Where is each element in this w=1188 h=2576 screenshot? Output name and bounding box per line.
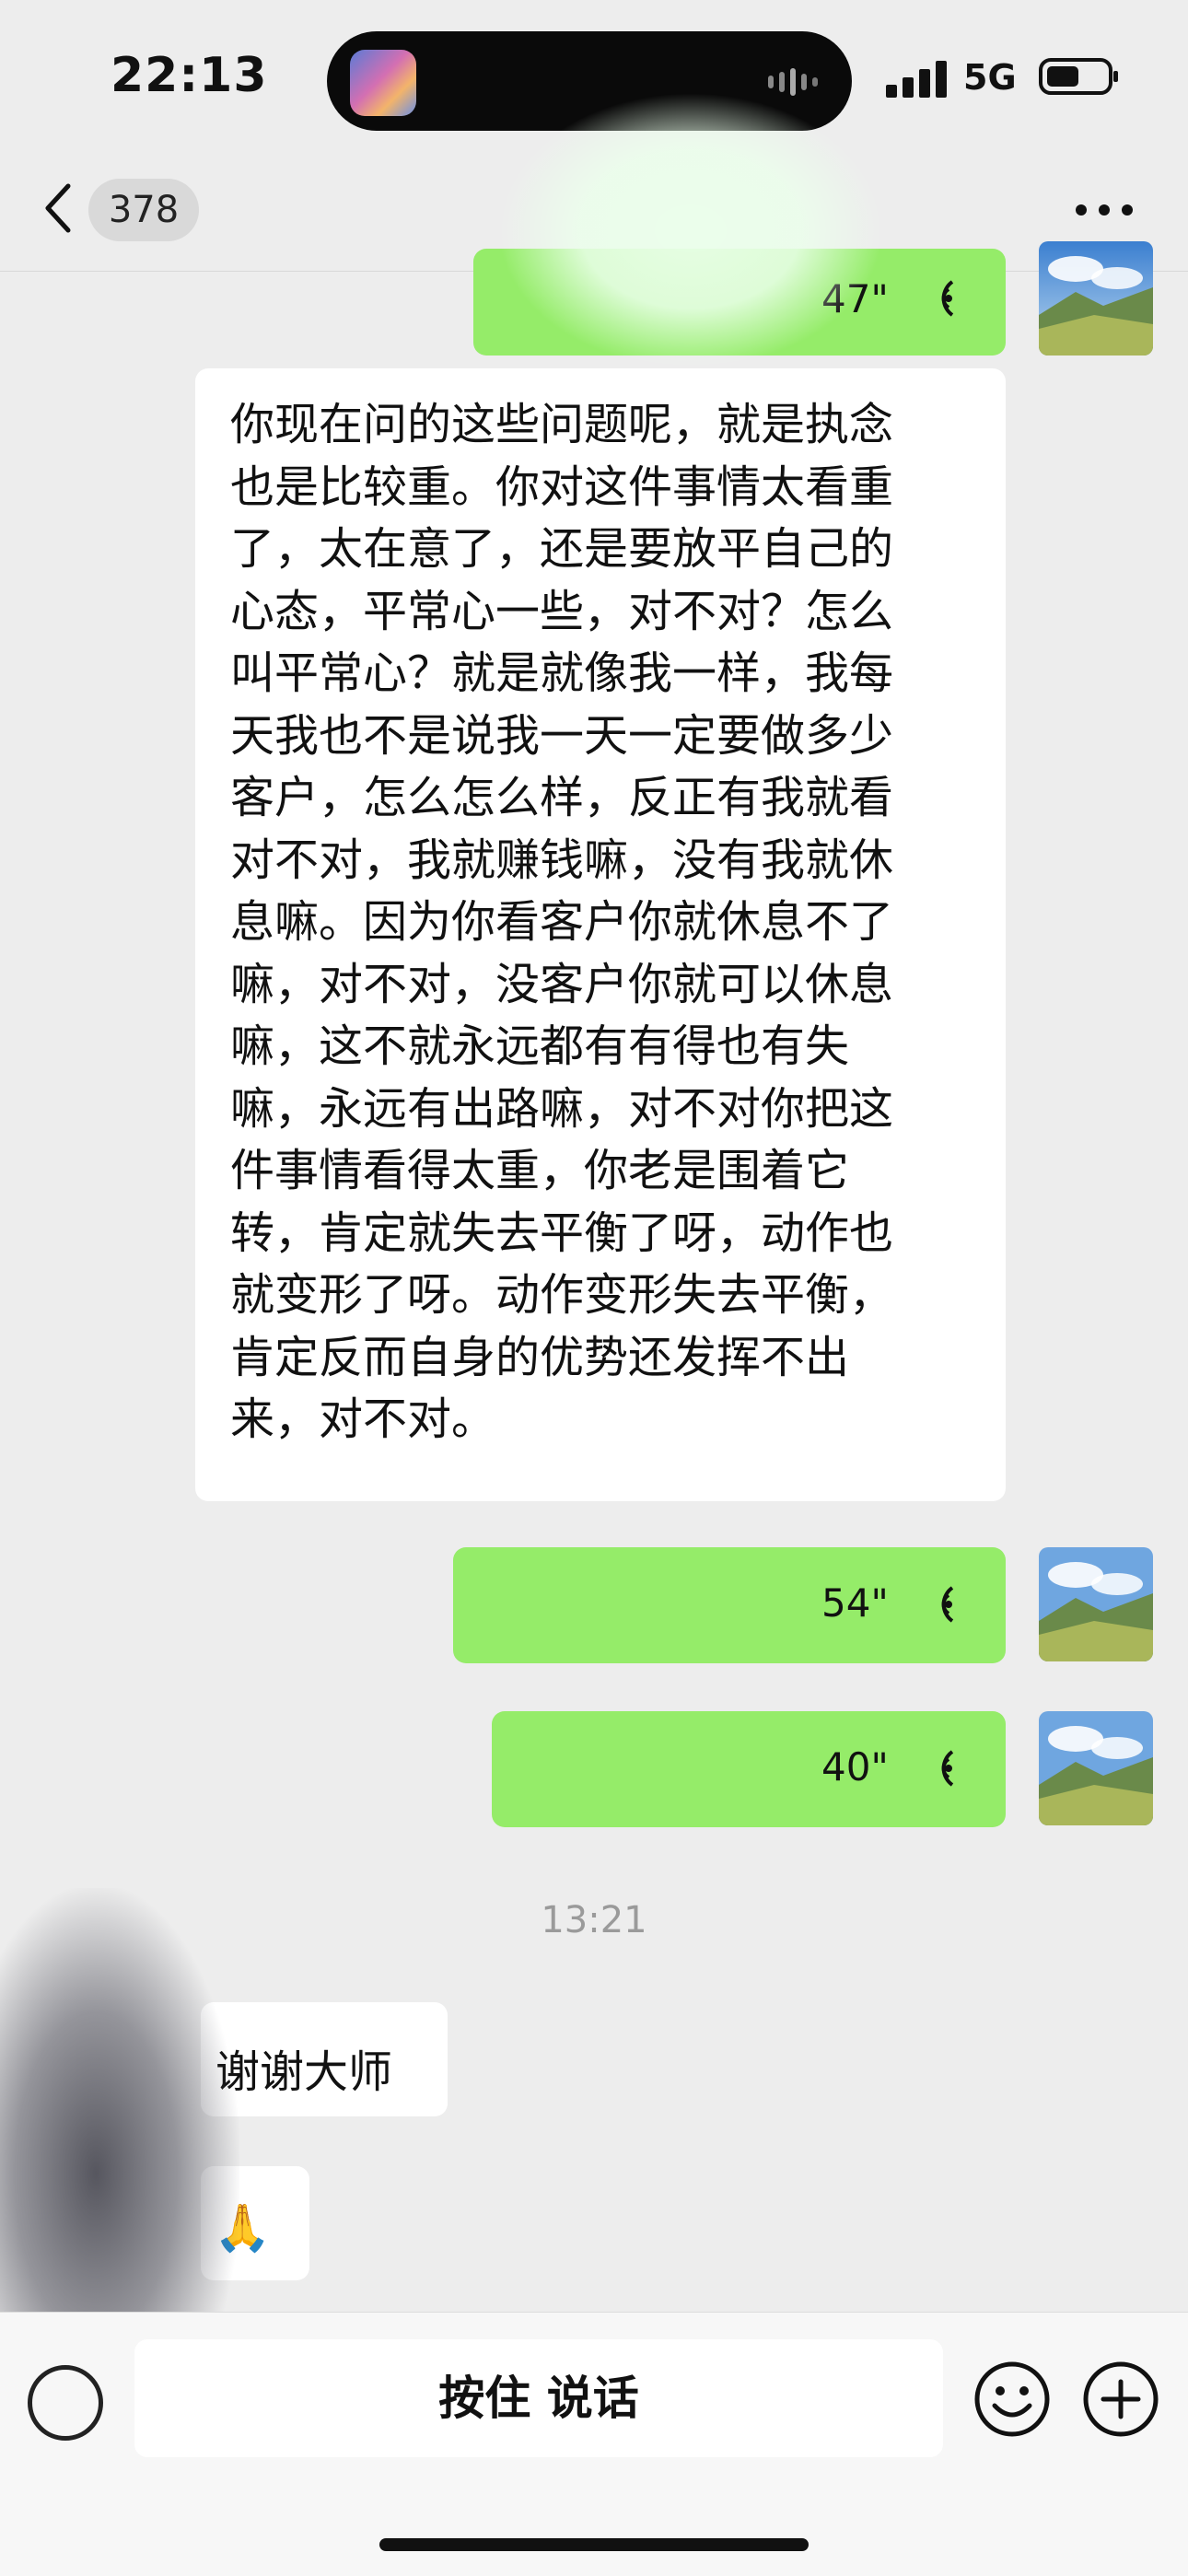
- emoji-icon[interactable]: [973, 2360, 1052, 2439]
- status-time: 22:13: [111, 48, 268, 103]
- voice-wave-icon: [941, 1586, 954, 1623]
- voice-duration: 54": [821, 1580, 889, 1626]
- self-avatar[interactable]: [1039, 1547, 1153, 1661]
- more-options-icon[interactable]: [1072, 201, 1136, 219]
- voice-mode-toggle[interactable]: [28, 2365, 103, 2441]
- battery-icon: [1039, 58, 1118, 95]
- plus-icon[interactable]: [1081, 2360, 1160, 2439]
- landscape-avatar-icon: [1039, 241, 1153, 356]
- self-avatar[interactable]: [1039, 1711, 1153, 1825]
- voice-wave-icon: [941, 1750, 954, 1787]
- voice-duration: 40": [821, 1744, 889, 1789]
- voice-wave-icon: [941, 280, 954, 317]
- message-text: 你现在问的这些问题呢，就是执念 也是比较重。你对这件事情太看重 了，太在意了，还…: [230, 399, 894, 1445]
- hold-to-talk-button[interactable]: 按住 说话: [134, 2339, 943, 2457]
- now-playing-artwork: [350, 50, 416, 116]
- landscape-avatar-icon: [1039, 1711, 1153, 1825]
- cellular-signal-icon: [886, 61, 947, 98]
- privacy-blur: [497, 92, 884, 368]
- message-text: 谢谢大师: [215, 2046, 393, 2098]
- audio-wave-icon: [768, 68, 818, 96]
- back-arrow-icon[interactable]: [41, 181, 77, 236]
- network-type: 5G: [963, 57, 1017, 98]
- landscape-avatar-icon: [1039, 1547, 1153, 1661]
- unread-count: 378: [108, 189, 180, 231]
- home-indicator[interactable]: [379, 2538, 809, 2551]
- self-avatar[interactable]: [1039, 241, 1153, 356]
